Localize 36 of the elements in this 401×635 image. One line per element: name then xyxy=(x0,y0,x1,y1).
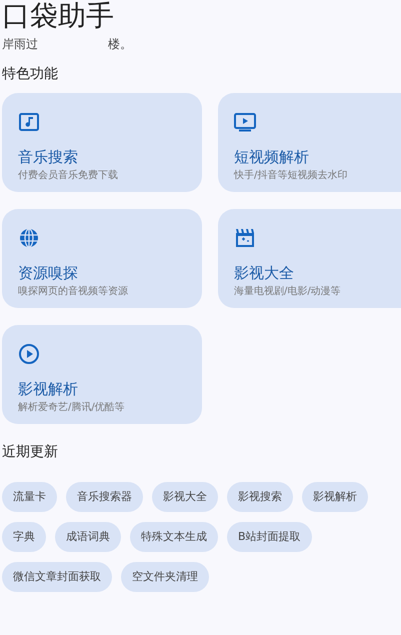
feature-description: 嗅探网页的音视频等资源 xyxy=(18,285,129,299)
feature-card[interactable]: 短视频解析 快手/抖音等短视频去水印 xyxy=(218,93,401,192)
feature-card[interactable]: 音乐搜索 付费会员音乐免费下载 xyxy=(2,93,202,192)
feature-description: 海量电视剧/电影/动漫等 xyxy=(234,285,342,299)
tool-chip[interactable]: 特殊文本生成 xyxy=(130,522,218,552)
feature-title: 影视大全 xyxy=(234,263,295,283)
subtitle-text: 楼。 xyxy=(108,36,132,52)
music-note-icon xyxy=(18,111,40,133)
tv-play-icon xyxy=(234,111,256,133)
tool-chip[interactable]: B站封面提取 xyxy=(227,522,312,552)
tool-chip[interactable]: 影视搜索 xyxy=(227,482,293,512)
tool-chip[interactable]: 空文件夹清理 xyxy=(121,562,209,592)
play-circle-icon xyxy=(18,343,40,365)
tool-chip[interactable]: 微信文章封面获取 xyxy=(2,562,112,592)
section-heading: 近期更新 xyxy=(2,443,59,462)
feature-description: 快手/抖音等短视频去水印 xyxy=(234,169,348,183)
feature-card[interactable]: 影视大全 海量电视剧/电影/动漫等 xyxy=(218,209,401,308)
feature-title: 影视解析 xyxy=(18,379,79,399)
tool-chip[interactable]: 流量卡 xyxy=(2,482,57,512)
feature-card[interactable]: 影视解析 解析爱奇艺/腾讯/优酷等 xyxy=(2,325,202,424)
tool-chip[interactable]: 成语词典 xyxy=(55,522,121,552)
tool-chip[interactable]: 影视解析 xyxy=(302,482,368,512)
feature-description: 解析爱奇艺/腾讯/优酷等 xyxy=(18,401,126,415)
tool-chip[interactable]: 字典 xyxy=(2,522,46,552)
feature-title: 音乐搜索 xyxy=(18,147,79,167)
feature-card[interactable]: 资源嗅探 嗅探网页的音视频等资源 xyxy=(2,209,202,308)
tool-chip[interactable]: 音乐搜索器 xyxy=(66,482,143,512)
feature-title: 资源嗅探 xyxy=(18,263,79,283)
section-heading: 特色功能 xyxy=(2,65,59,84)
feature-title: 短视频解析 xyxy=(234,147,310,167)
tool-chip[interactable]: 影视大全 xyxy=(152,482,218,512)
clapperboard-icon xyxy=(234,227,256,249)
feature-description: 付费会员音乐免费下载 xyxy=(18,169,119,183)
app-title: 口袋助手 xyxy=(2,0,115,32)
subtitle-text: 岸雨过 xyxy=(2,36,38,52)
globe-icon xyxy=(18,227,40,249)
